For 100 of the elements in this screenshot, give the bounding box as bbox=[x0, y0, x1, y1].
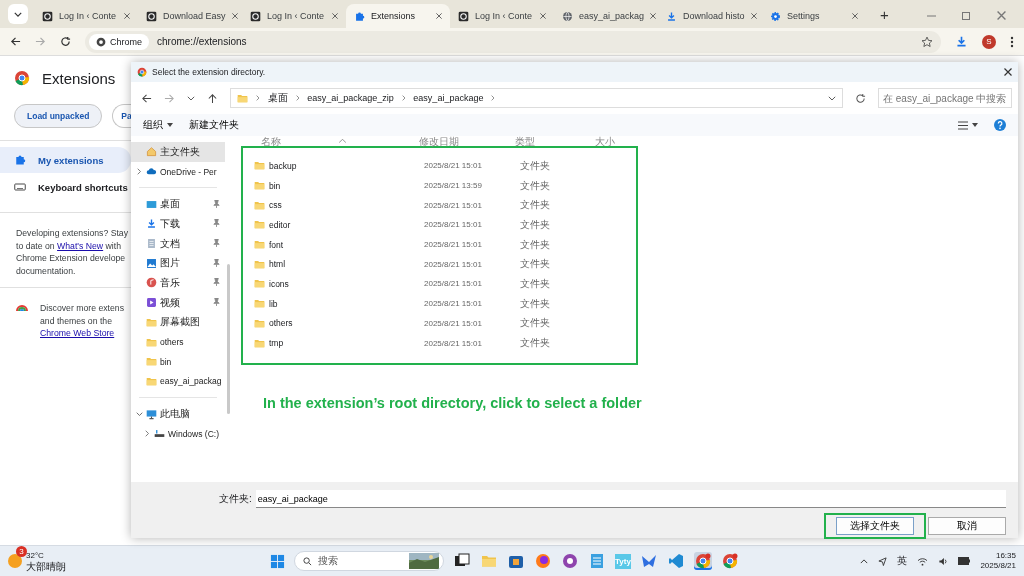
windows-start-icon[interactable] bbox=[270, 553, 285, 569]
restore-icon[interactable] bbox=[962, 11, 971, 20]
clock-date[interactable]: 2025/8/21 bbox=[980, 561, 1016, 571]
chevron-right-icon[interactable] bbox=[144, 430, 150, 438]
chrome-icon[interactable] bbox=[721, 552, 739, 570]
nav-pane-item[interactable]: bin bbox=[131, 351, 225, 372]
profile-avatar[interactable]: S bbox=[982, 34, 996, 49]
column-header[interactable]: 类型 bbox=[515, 136, 595, 148]
file-name[interactable]: editor bbox=[266, 219, 424, 230]
caret-down-icon[interactable] bbox=[167, 123, 173, 127]
pin-icon[interactable] bbox=[213, 298, 220, 307]
drive-icon bbox=[154, 428, 165, 440]
file-name[interactable]: font bbox=[266, 239, 424, 250]
file-name[interactable]: lib bbox=[266, 298, 424, 309]
caret-up-icon[interactable] bbox=[860, 558, 869, 564]
up-icon[interactable] bbox=[207, 92, 218, 104]
column-header[interactable]: 名称 bbox=[261, 136, 419, 148]
command-button[interactable]: 新建文件夹 bbox=[189, 118, 239, 132]
nav-pane-item[interactable]: others bbox=[131, 332, 225, 352]
battery-icon[interactable] bbox=[958, 557, 971, 565]
chevron-down-icon[interactable] bbox=[187, 95, 195, 101]
close-icon[interactable] bbox=[1004, 68, 1012, 76]
path-bar[interactable]: 桌面 easy_ai_package_zip easy_ai_package bbox=[230, 88, 843, 108]
back-icon[interactable] bbox=[10, 36, 21, 47]
browser-tab[interactable]: Log In ‹ Conte bbox=[34, 4, 138, 28]
nav-pane-item[interactable]: 主文件夹 bbox=[131, 142, 225, 162]
back-icon[interactable] bbox=[141, 92, 152, 104]
location-icon[interactable] bbox=[878, 556, 888, 566]
dialog-button[interactable]: 选择文件夹 bbox=[836, 517, 914, 535]
input-method[interactable]: 英 bbox=[897, 554, 908, 568]
nav-pane-item[interactable]: 此电脑 bbox=[131, 404, 225, 424]
site-chip[interactable]: Chrome bbox=[89, 33, 149, 50]
folder-field[interactable]: easy_ai_package bbox=[255, 490, 1006, 508]
nav-pane-item[interactable]: 文档 bbox=[131, 233, 225, 254]
chevron-down-icon[interactable] bbox=[828, 95, 836, 101]
help-icon[interactable] bbox=[994, 119, 1006, 131]
notepad-icon[interactable] bbox=[588, 552, 606, 570]
nav-pane-item[interactable]: 视频 bbox=[131, 292, 225, 313]
refresh-icon[interactable] bbox=[855, 92, 866, 104]
sidebar-item[interactable]: Keyboard shortcuts bbox=[0, 174, 131, 200]
browser-icon[interactable] bbox=[534, 552, 552, 570]
nav-pane-item[interactable]: Windows (C:) bbox=[131, 423, 225, 444]
nav-pane-item[interactable]: 音乐 bbox=[131, 273, 225, 293]
pin-icon[interactable] bbox=[213, 239, 220, 248]
nav-pane-item[interactable]: 图片 bbox=[131, 253, 225, 274]
caret-down-icon[interactable] bbox=[972, 123, 978, 127]
file-name[interactable]: others bbox=[266, 318, 424, 329]
close-icon[interactable] bbox=[436, 13, 442, 19]
sidebar-item[interactable]: My extensions bbox=[0, 147, 131, 173]
taskbar-search[interactable]: 搜索 bbox=[294, 551, 444, 571]
column-header[interactable]: 大小 bbox=[595, 136, 647, 148]
weather-icon[interactable] bbox=[8, 554, 22, 568]
volume-icon[interactable] bbox=[938, 556, 949, 566]
code-editor-icon[interactable] bbox=[667, 552, 685, 570]
new-tab-button[interactable]: + bbox=[874, 5, 895, 24]
nav-pane-item[interactable]: 下载 bbox=[131, 214, 225, 234]
command-button[interactable]: 组织 bbox=[143, 118, 173, 132]
chevron-down-icon[interactable] bbox=[14, 11, 22, 17]
file-name[interactable]: html bbox=[266, 259, 424, 270]
file-name[interactable]: css bbox=[266, 200, 424, 211]
address-bar[interactable]: Chrome chrome://extensions bbox=[85, 30, 941, 53]
nav-pane-item[interactable]: 桌面 bbox=[131, 194, 225, 215]
link[interactable]: What's New bbox=[57, 240, 104, 251]
browser-tab[interactable]: Extensions bbox=[346, 4, 450, 28]
file-name[interactable]: tmp bbox=[266, 338, 424, 349]
search-field[interactable]: 在 easy_ai_package 中搜索 bbox=[878, 88, 1012, 108]
browser-tab[interactable]: Download Easy bbox=[138, 4, 242, 28]
file-name[interactable]: backup bbox=[266, 160, 424, 171]
toolbar-button[interactable]: Pa bbox=[112, 104, 134, 128]
breadcrumb[interactable]: easy_ai_package_zip bbox=[307, 93, 394, 103]
browser-tab[interactable]: Log In ‹ Conte bbox=[242, 4, 346, 28]
nav-pane-item[interactable]: easy_ai_packag bbox=[131, 371, 225, 392]
dialog-button[interactable]: 取消 bbox=[928, 517, 1006, 535]
nav-pane-item[interactable]: OneDrive - Per bbox=[131, 161, 225, 182]
pin-icon[interactable] bbox=[213, 219, 220, 228]
pin-icon[interactable] bbox=[213, 199, 220, 208]
toolbar-button[interactable]: Load unpacked bbox=[14, 104, 103, 128]
breadcrumb[interactable]: easy_ai_package bbox=[413, 93, 484, 103]
link[interactable]: Chrome Web Store bbox=[40, 328, 115, 338]
menu-icon[interactable] bbox=[1010, 35, 1014, 48]
pin-icon[interactable] bbox=[213, 258, 220, 267]
browser-tab[interactable]: Download histo bbox=[658, 4, 762, 28]
file-name[interactable]: bin bbox=[266, 180, 424, 191]
column-header[interactable]: 修改日期 bbox=[419, 136, 515, 148]
wifi-icon[interactable] bbox=[917, 556, 929, 566]
chevron-right-icon[interactable] bbox=[136, 168, 142, 176]
clock-time[interactable]: 16:35 bbox=[995, 551, 1016, 561]
nav-pane-item[interactable]: 屏幕截图 bbox=[131, 312, 225, 333]
pin-icon[interactable] bbox=[213, 278, 220, 287]
breadcrumb[interactable]: 桌面 bbox=[267, 91, 288, 105]
scrollbar[interactable] bbox=[227, 264, 230, 414]
view-menu-icon[interactable] bbox=[958, 120, 968, 130]
star-icon[interactable] bbox=[921, 35, 933, 48]
browser-tab[interactable]: Settings bbox=[762, 4, 866, 28]
browser-tab[interactable]: Log In ‹ Conte bbox=[450, 4, 554, 28]
browser-tab[interactable]: easy_ai_packag bbox=[554, 4, 658, 28]
file-name[interactable]: icons bbox=[266, 278, 424, 289]
chrome-icon[interactable] bbox=[694, 552, 712, 570]
app-icon[interactable] bbox=[561, 552, 579, 570]
reload-icon[interactable] bbox=[60, 36, 71, 47]
